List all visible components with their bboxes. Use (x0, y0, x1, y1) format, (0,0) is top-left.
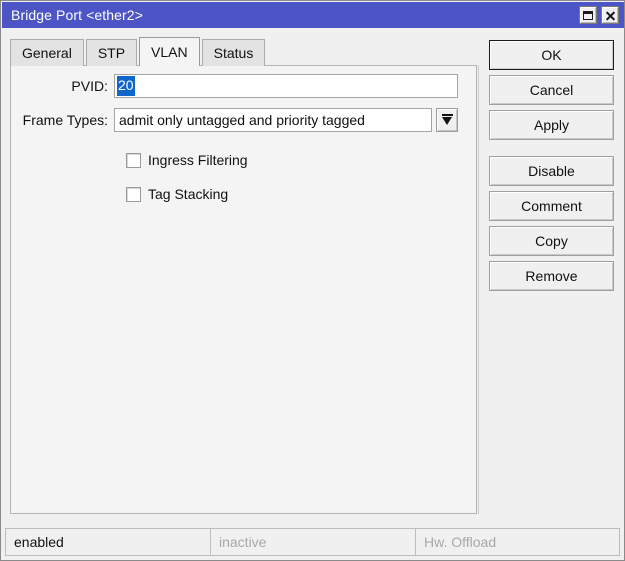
pvid-label: PVID: (71, 78, 108, 94)
chevron-down-icon (441, 114, 453, 126)
ingress-filtering-checkbox[interactable] (126, 152, 141, 168)
tag-stacking-label: Tag Stacking (148, 186, 229, 202)
button-group-separator (489, 145, 614, 156)
frame-types-dropdown-button[interactable] (436, 108, 458, 132)
disable-button-label: Disable (528, 163, 575, 179)
frame-types-row: Frame Types: admit only untagged and pri… (10, 107, 477, 133)
tab-stp[interactable]: STP (85, 39, 138, 66)
ok-button[interactable]: OK (489, 40, 614, 70)
frame-types-label: Frame Types: (22, 112, 108, 128)
remove-button[interactable]: Remove (489, 261, 614, 291)
disable-button[interactable]: Disable (489, 156, 614, 186)
panel-divider (478, 65, 479, 514)
status-inactive: inactive (210, 528, 416, 556)
frame-types-input[interactable]: admit only untagged and priority tagged (114, 108, 432, 132)
frame-types-value: admit only untagged and priority tagged (119, 112, 365, 128)
tab-strip: General STP VLAN Status (10, 37, 267, 66)
vlan-form: PVID: 20 Frame Types: admit only untagge… (10, 73, 477, 217)
tab-stp-label: STP (97, 45, 126, 61)
cancel-button-label: Cancel (529, 82, 574, 98)
apply-button-label: Apply (533, 117, 570, 133)
tab-status[interactable]: Status (201, 39, 266, 66)
frame-types-combo[interactable]: admit only untagged and priority tagged (114, 108, 458, 132)
pvid-row: PVID: 20 (10, 73, 477, 99)
ok-button-label: OK (541, 47, 562, 63)
tag-stacking-checkbox[interactable] (126, 186, 141, 202)
restore-button[interactable] (579, 6, 597, 24)
status-enabled: enabled (5, 528, 211, 556)
title-bar: Bridge Port <ether2> (2, 2, 624, 28)
copy-button-label: Copy (535, 233, 568, 249)
comment-button-label: Comment (521, 198, 582, 214)
bridge-port-dialog: Bridge Port <ether2> General STP VLAN St… (0, 0, 625, 561)
close-button[interactable] (601, 6, 619, 24)
window-controls (579, 6, 619, 24)
tab-general[interactable]: General (10, 39, 84, 66)
cancel-button[interactable]: Cancel (489, 75, 614, 105)
ingress-filtering-row: Ingress Filtering (126, 149, 477, 171)
tab-vlan[interactable]: VLAN (139, 37, 200, 66)
apply-button[interactable]: Apply (489, 110, 614, 140)
button-column: OK Cancel Apply Disable Comment Copy Rem… (489, 40, 614, 296)
pvid-value: 20 (117, 76, 135, 96)
pvid-input[interactable]: 20 (114, 74, 458, 98)
tag-stacking-row: Tag Stacking (126, 183, 477, 205)
remove-button-label: Remove (525, 268, 578, 284)
status-hw-offload: Hw. Offload (415, 528, 620, 556)
status-bar: enabled inactive Hw. Offload (5, 528, 622, 556)
tab-general-label: General (22, 45, 72, 61)
close-icon (605, 10, 616, 21)
comment-button[interactable]: Comment (489, 191, 614, 221)
copy-button[interactable]: Copy (489, 226, 614, 256)
ingress-filtering-label: Ingress Filtering (148, 152, 248, 168)
tab-vlan-label: VLAN (151, 44, 188, 60)
tab-status-label: Status (213, 45, 254, 61)
window-title: Bridge Port <ether2> (11, 7, 143, 23)
restore-icon (583, 10, 593, 20)
